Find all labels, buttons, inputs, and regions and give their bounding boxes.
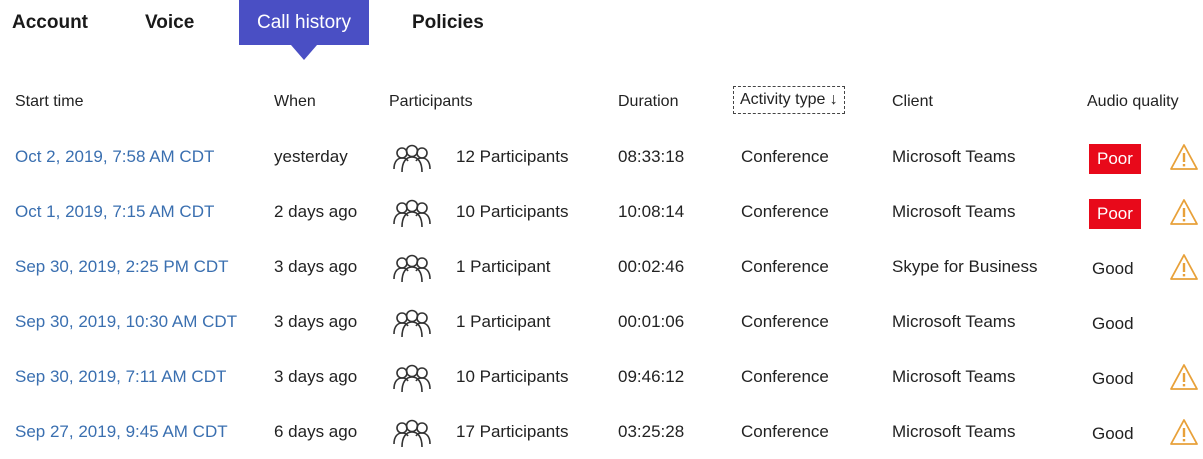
- activity-type-text: Conference: [741, 257, 829, 276]
- column-header-duration[interactable]: Duration: [618, 88, 678, 116]
- tab-policies[interactable]: Policies: [412, 0, 484, 45]
- table-row[interactable]: Sep 30, 2019, 10:30 AM CDT 3 days ago 1 …: [0, 294, 1203, 349]
- client-text: Microsoft Teams: [892, 202, 1016, 221]
- start-time-link[interactable]: Oct 1, 2019, 7:15 AM CDT: [15, 184, 214, 239]
- table-row[interactable]: Sep 27, 2019, 9:45 AM CDT 6 days ago 17 …: [0, 404, 1203, 459]
- tab-bar: Account Voice Call history Policies: [0, 0, 1203, 70]
- people-icon: [393, 364, 431, 393]
- duration-text: 03:25:28: [618, 422, 685, 441]
- people-icon: [393, 254, 431, 283]
- tab-voice[interactable]: Voice: [145, 0, 194, 45]
- column-header-audio-quality[interactable]: Audio quality: [1087, 88, 1179, 116]
- table-row[interactable]: Oct 1, 2019, 7:15 AM CDT 2 days ago 10 P…: [0, 184, 1203, 239]
- when-text: 3 days ago: [274, 312, 358, 331]
- people-icon: [393, 419, 431, 448]
- duration-text: 09:46:12: [618, 367, 685, 386]
- start-time-link[interactable]: Oct 2, 2019, 7:58 AM CDT: [15, 129, 214, 184]
- client-text: Microsoft Teams: [892, 422, 1016, 441]
- client-text: Skype for Business: [892, 257, 1038, 276]
- when-text: 3 days ago: [274, 257, 358, 276]
- column-header-participants[interactable]: Participants: [389, 88, 473, 116]
- column-header-client[interactable]: Client: [892, 88, 933, 116]
- audio-quality-badge: Good: [1092, 369, 1134, 388]
- activity-type-text: Conference: [741, 312, 829, 331]
- client-text: Microsoft Teams: [892, 367, 1016, 386]
- warning-icon[interactable]: [1170, 198, 1198, 226]
- table-row[interactable]: Sep 30, 2019, 7:11 AM CDT 3 days ago 10 …: [0, 349, 1203, 404]
- audio-quality-badge: Good: [1092, 424, 1134, 443]
- duration-text: 08:33:18: [618, 147, 685, 166]
- client-text: Microsoft Teams: [892, 147, 1016, 166]
- people-icon: [393, 309, 431, 338]
- warning-icon[interactable]: [1170, 253, 1198, 281]
- duration-text: 10:08:14: [618, 202, 685, 221]
- people-icon: [393, 199, 431, 228]
- activity-type-text: Conference: [741, 367, 829, 386]
- duration-text: 00:02:46: [618, 257, 685, 276]
- column-header-when[interactable]: When: [274, 88, 316, 116]
- participants-count: 1 Participant: [456, 312, 551, 331]
- participants-count: 10 Participants: [456, 202, 569, 221]
- warning-icon[interactable]: [1170, 143, 1198, 171]
- audio-quality-badge: Poor: [1089, 144, 1141, 174]
- client-text: Microsoft Teams: [892, 312, 1016, 331]
- duration-text: 00:01:06: [618, 312, 685, 331]
- when-text: 2 days ago: [274, 202, 358, 221]
- table-row[interactable]: Sep 30, 2019, 2:25 PM CDT 3 days ago 1 P…: [0, 239, 1203, 294]
- start-time-link[interactable]: Sep 27, 2019, 9:45 AM CDT: [15, 404, 228, 459]
- table-row[interactable]: Oct 2, 2019, 7:58 AM CDT yesterday 12 Pa…: [0, 129, 1203, 184]
- audio-quality-badge: Poor: [1089, 199, 1141, 229]
- tab-call-history[interactable]: Call history: [239, 0, 369, 60]
- participants-count: 17 Participants: [456, 422, 569, 441]
- when-text: yesterday: [274, 147, 348, 166]
- participants-count: 1 Participant: [456, 257, 551, 276]
- warning-icon[interactable]: [1170, 363, 1198, 391]
- activity-type-text: Conference: [741, 147, 829, 166]
- tab-account[interactable]: Account: [12, 0, 88, 45]
- people-icon: [393, 144, 431, 173]
- audio-quality-badge: Good: [1092, 259, 1134, 278]
- when-text: 3 days ago: [274, 367, 358, 386]
- start-time-link[interactable]: Sep 30, 2019, 7:11 AM CDT: [15, 349, 226, 404]
- activity-type-text: Conference: [741, 202, 829, 221]
- start-time-link[interactable]: Sep 30, 2019, 10:30 AM CDT: [15, 294, 237, 349]
- audio-quality-badge: Good: [1092, 314, 1134, 333]
- start-time-link[interactable]: Sep 30, 2019, 2:25 PM CDT: [15, 239, 229, 294]
- column-header-activity-type[interactable]: Activity type ↓: [733, 86, 845, 114]
- column-header-start-time[interactable]: Start time: [15, 88, 83, 116]
- activity-type-text: Conference: [741, 422, 829, 441]
- when-text: 6 days ago: [274, 422, 358, 441]
- participants-count: 10 Participants: [456, 367, 569, 386]
- participants-count: 12 Participants: [456, 147, 569, 166]
- warning-icon[interactable]: [1170, 418, 1198, 446]
